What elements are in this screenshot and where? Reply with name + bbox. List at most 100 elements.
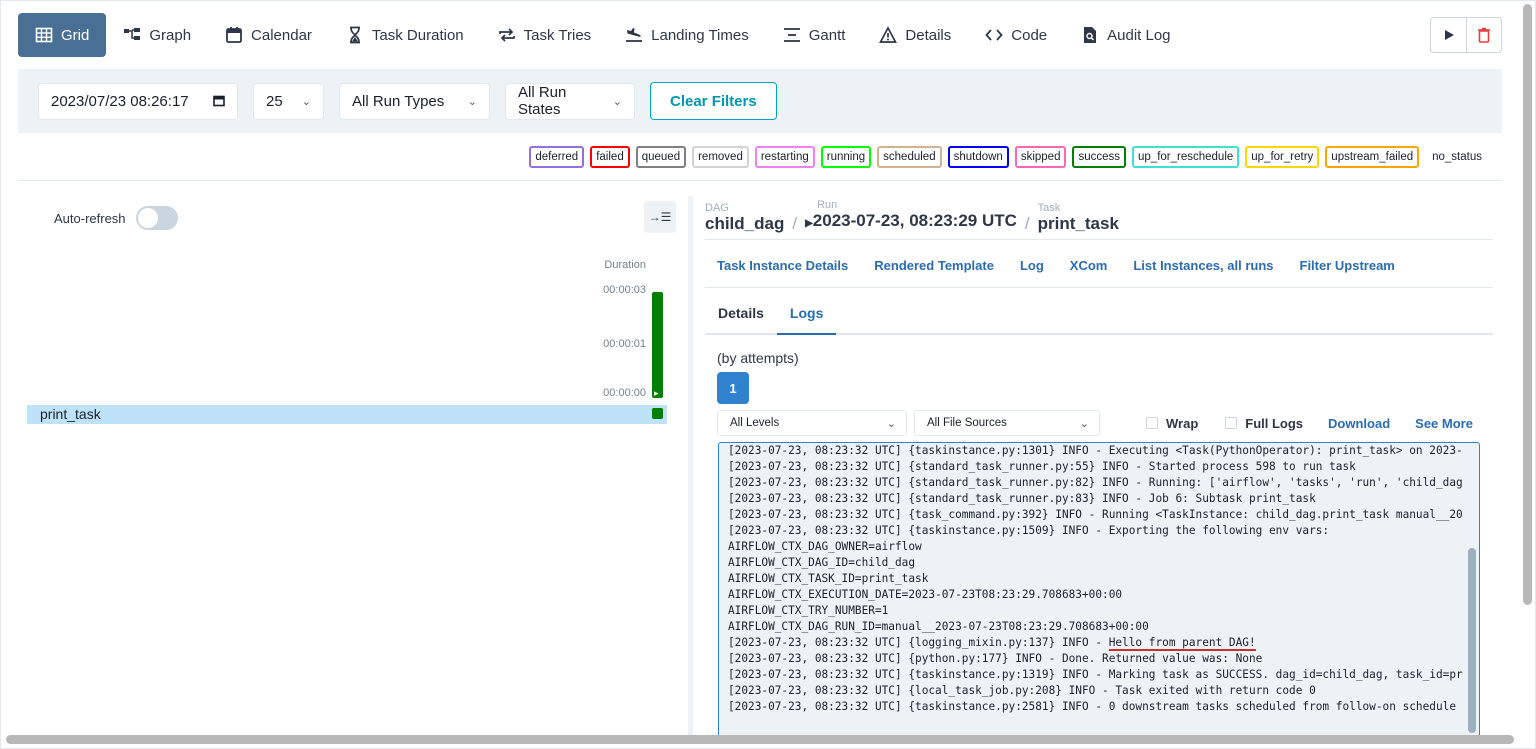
state-upstream-failed[interactable]: upstream_failed — [1325, 146, 1420, 168]
nav-task-tries[interactable]: Task Tries — [481, 13, 609, 57]
see-more-link[interactable]: See More — [1415, 416, 1473, 431]
plane-landing-icon — [626, 28, 643, 42]
log-line-text: [2023-07-23, 08:23:32 UTC] {logging_mixi… — [728, 636, 1109, 649]
log-line-text: [2023-07-23, 08:23:32 UTC] {standard_tas… — [728, 492, 1316, 505]
state-queued[interactable]: queued — [635, 146, 687, 168]
checkbox-box[interactable] — [1225, 417, 1238, 429]
tab-details[interactable]: Details — [705, 295, 777, 333]
calendar-icon — [226, 27, 242, 43]
log-line-text: AIRFLOW_CTX_TASK_ID=print_task — [728, 572, 929, 585]
horizontal-scrollbar[interactable] — [6, 735, 1514, 744]
breadcrumb: DAG child_dag / Run ▶2023-07-23, 08:23:2… — [705, 199, 1119, 234]
gantt-icon — [783, 28, 800, 42]
nav-graph[interactable]: Graph — [106, 13, 208, 57]
wrap-checkbox[interactable]: Wrap — [1146, 416, 1198, 431]
run-type-select[interactable]: All Run Types ⌄ — [339, 82, 490, 120]
hourglass-icon — [349, 26, 360, 44]
nav-label: Code — [1011, 26, 1048, 44]
delete-dag-button[interactable] — [1466, 18, 1501, 52]
checkbox-box[interactable] — [1146, 417, 1158, 429]
num-runs-select[interactable]: 25 ⌄ — [253, 82, 324, 120]
state-deferred[interactable]: deferred — [529, 146, 585, 168]
breadcrumb-dag[interactable]: DAG child_dag — [705, 202, 784, 234]
run-state-select[interactable]: All Run States ⌄ — [505, 82, 635, 120]
nav-audit-log[interactable]: Audit Log — [1064, 13, 1187, 57]
base-date-input[interactable]: 2023/07/23 08:26:17 — [38, 82, 238, 120]
nav-details[interactable]: Details — [862, 13, 968, 57]
log-line: [2023-07-23, 08:23:32 UTC] {task_command… — [728, 507, 1479, 523]
breadcrumb-label: Run — [817, 199, 838, 211]
link-list-instances[interactable]: List Instances, all runs — [1133, 258, 1273, 273]
nav-code[interactable]: Code — [968, 13, 1064, 57]
state-skipped[interactable]: skipped — [1014, 146, 1067, 168]
breadcrumb-separator: / — [792, 214, 798, 233]
base-date-value: 2023/07/23 08:26:17 — [51, 92, 189, 110]
log-scrollbar[interactable] — [1468, 548, 1476, 733]
log-line-text: [2023-07-23, 08:23:32 UTC] {standard_tas… — [728, 460, 1356, 473]
clear-filters-button[interactable]: Clear Filters — [650, 82, 777, 120]
code-icon — [985, 29, 1003, 41]
log-controls: All Levels ⌄ All File Sources ⌄ Wrap Ful… — [717, 410, 1477, 436]
log-line: [2023-07-23, 08:23:32 UTC] {logging_mixi… — [728, 635, 1479, 651]
log-line-text: AIRFLOW_CTX_DAG_RUN_ID=manual__2023-07-2… — [728, 620, 1149, 633]
nav-landing-times[interactable]: Landing Times — [608, 13, 766, 57]
link-filter-upstream[interactable]: Filter Upstream — [1300, 258, 1395, 273]
state-shutdown[interactable]: shutdown — [947, 146, 1009, 168]
dag-run-duration-bar[interactable] — [652, 292, 663, 399]
log-level-select[interactable]: All Levels ⌄ — [717, 410, 907, 436]
nav-calendar[interactable]: Calendar — [208, 13, 329, 57]
state-running[interactable]: running — [820, 146, 872, 168]
log-line-text: [2023-07-23, 08:23:32 UTC] {taskinstance… — [728, 524, 1330, 537]
nav-label: Graph — [149, 26, 192, 44]
link-xcom[interactable]: XCom — [1070, 258, 1108, 273]
chevron-down-icon: ⌄ — [612, 95, 622, 108]
breadcrumb-run[interactable]: Run ▶2023-07-23, 08:23:29 UTC — [805, 199, 1017, 234]
log-line: AIRFLOW_CTX_EXECUTION_DATE=2023-07-23T08… — [728, 587, 1479, 603]
duration-header: Duration — [604, 259, 646, 271]
download-link[interactable]: Download — [1328, 416, 1390, 431]
log-line-text: [2023-07-23, 08:23:32 UTC] {python.py:17… — [728, 652, 1263, 665]
play-icon — [1444, 30, 1454, 40]
run-id: 2023-07-23, 08:23:29 UTC — [812, 211, 1017, 230]
highlighted-log-message: Hello from parent DAG! — [1108, 636, 1256, 651]
state-restarting[interactable]: restarting — [754, 146, 815, 168]
breadcrumb-value: child_dag — [705, 214, 785, 233]
task-row[interactable]: print_task — [27, 405, 667, 424]
link-rendered-template[interactable]: Rendered Template — [874, 258, 994, 273]
log-source-select[interactable]: All File Sources ⌄ — [914, 410, 1100, 436]
state-up-for-reschedule[interactable]: up_for_reschedule — [1132, 146, 1240, 168]
state-up-for-retry[interactable]: up_for_retry — [1245, 146, 1320, 168]
log-line-text: AIRFLOW_CTX_DAG_ID=child_dag — [728, 556, 916, 569]
nav-grid[interactable]: Grid — [18, 13, 107, 57]
log-line: AIRFLOW_CTX_DAG_OWNER=airflow — [728, 539, 1479, 555]
vertical-scrollbar[interactable] — [1523, 4, 1532, 605]
collapse-details-button[interactable]: →☰ — [644, 201, 676, 233]
full-logs-checkbox[interactable]: Full Logs — [1225, 416, 1303, 431]
state-success[interactable]: success — [1072, 146, 1127, 168]
log-line: AIRFLOW_CTX_DAG_RUN_ID=manual__2023-07-2… — [728, 619, 1479, 635]
trigger-dag-button[interactable] — [1431, 18, 1466, 52]
state-removed[interactable]: removed — [692, 146, 749, 168]
breadcrumb-task[interactable]: Task print_task — [1038, 202, 1119, 234]
nav-label: Details — [905, 26, 952, 44]
breadcrumb-value: ▶2023-07-23, 08:23:29 UTC — [805, 211, 1017, 234]
calendar-icon[interactable] — [213, 95, 225, 107]
link-task-instance-details[interactable]: Task Instance Details — [717, 258, 848, 273]
tab-logs[interactable]: Logs — [776, 295, 837, 335]
state-scheduled[interactable]: scheduled — [877, 146, 942, 168]
run-state-value: All Run States — [518, 84, 567, 118]
auto-refresh-toggle[interactable] — [135, 206, 178, 230]
nav-task-duration[interactable]: Task Duration — [329, 13, 481, 57]
breadcrumb-label: Task — [1037, 202, 1061, 214]
task-instance-status-square[interactable] — [652, 408, 663, 419]
state-failed[interactable]: failed — [590, 146, 630, 168]
state-no-status[interactable]: no_status — [1425, 148, 1486, 166]
nav-gantt[interactable]: Gantt — [766, 13, 863, 57]
log-line: AIRFLOW_CTX_DAG_ID=child_dag — [728, 555, 1479, 571]
link-log[interactable]: Log — [1020, 258, 1044, 273]
nav-label: Landing Times — [651, 26, 749, 44]
attempt-button[interactable]: 1 — [717, 372, 749, 404]
log-viewer[interactable]: [2023-07-23, 08:23:32 UTC] {taskinstance… — [718, 442, 1480, 738]
panel-divider[interactable] — [688, 196, 693, 736]
log-lines: [2023-07-23, 08:23:32 UTC] {taskinstance… — [719, 443, 1479, 715]
